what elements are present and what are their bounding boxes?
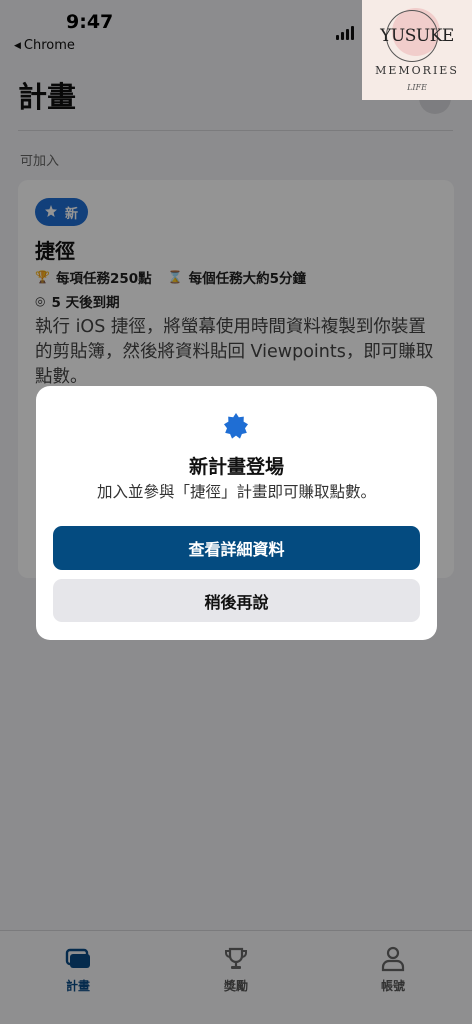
dialog-subtitle: 加入並參與「捷徑」計畫即可賺取點數。 <box>96 483 376 501</box>
star-badge-icon <box>224 413 248 439</box>
dialog-title: 新計畫登場 <box>188 456 284 478</box>
view-details-button[interactable]: 查看詳細資料 <box>53 526 420 570</box>
watermark-logo: YUSUKE MEMORIES LIFE <box>362 0 472 100</box>
later-button[interactable]: 稍後再說 <box>53 579 420 622</box>
watermark-line1: YUSUKE <box>380 26 454 46</box>
new-program-dialog: 新計畫登場 加入並參與「捷徑」計畫即可賺取點數。 查看詳細資料 稍後再說 <box>36 386 437 640</box>
watermark-line2: MEMORIES <box>375 64 459 77</box>
watermark-line3: LIFE <box>407 83 427 92</box>
